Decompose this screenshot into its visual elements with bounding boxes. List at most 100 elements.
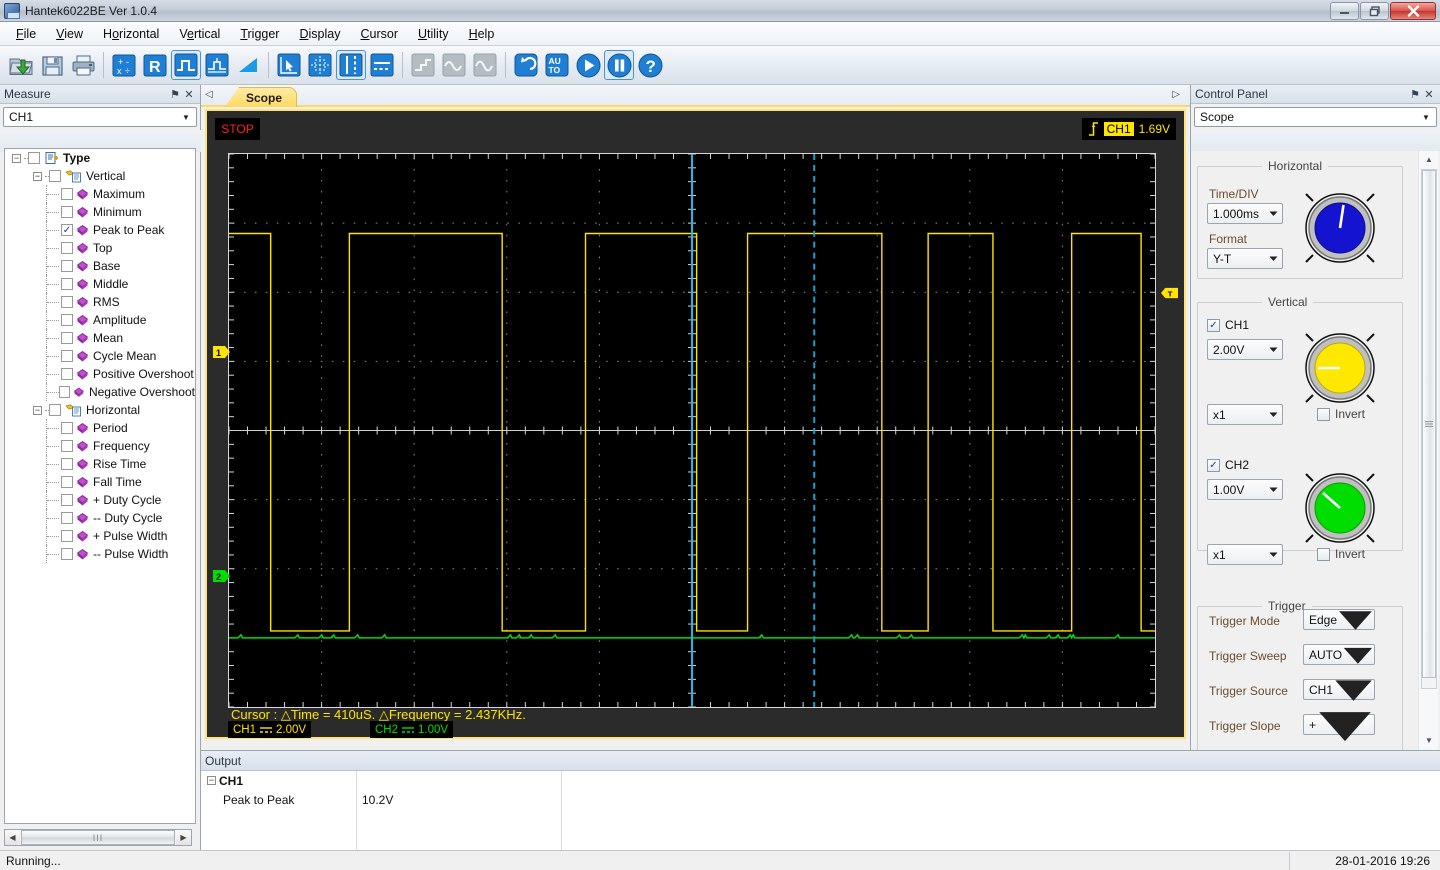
ch1-position-marker[interactable]: 1 [213,345,230,359]
measure-channel-select[interactable]: CH1 ▼ [3,107,197,127]
tree-item-pulse-width[interactable]: + Pulse Width [5,527,195,545]
scroll-right-arrow-icon[interactable]: ▶ [176,830,191,845]
tree-checkbox-minimum[interactable] [61,206,73,218]
ch1-enable-checkbox[interactable]: ✓ [1207,319,1220,332]
ch1-enable-row[interactable]: ✓ CH1 [1207,318,1249,332]
print-icon[interactable] [68,50,98,80]
pause-icon[interactable] [604,50,634,80]
tab-scroll-left-icon[interactable]: ◁ [205,89,213,100]
measure-horizontal-scrollbar[interactable]: ◀ III ▶ [4,829,192,846]
tree-item-minimum[interactable]: Minimum [5,203,195,221]
tree-item-peak-to-peak[interactable]: ✓Peak to Peak [5,221,195,239]
scrollbar-thumb[interactable] [1422,170,1436,678]
tree-checkbox-fall-time[interactable] [61,476,73,488]
pin-icon[interactable]: ⚑ [1408,88,1422,101]
tree-item-top[interactable]: Top [5,239,195,257]
minimize-button[interactable] [1330,2,1359,20]
tab-scroll-right-icon[interactable]: ▷ [1172,89,1180,100]
pin-icon[interactable]: ⚑ [168,88,182,101]
trigger-position-marker[interactable]: T [1161,286,1178,300]
ch1-invert-checkbox[interactable] [1317,408,1330,421]
tree-item-cycle-mean[interactable]: Cycle Mean [5,347,195,365]
open-icon[interactable] [6,50,36,80]
reference-icon[interactable]: R [140,50,170,80]
trigger-mode-select[interactable]: Edge [1303,609,1375,630]
scroll-thumb[interactable]: III [21,830,175,845]
tree-item-amplitude[interactable]: Amplitude [5,311,195,329]
menu-display[interactable]: Display [289,24,350,44]
tree-node-type[interactable]: −Type [5,149,195,167]
ch2-position-marker[interactable]: 2 [213,569,230,583]
close-icon[interactable]: ✕ [182,88,196,101]
ramp-icon[interactable] [233,50,263,80]
tree-item-period[interactable]: Period [5,419,195,437]
control-panel-scrollbar[interactable]: ▲ ▼ [1418,151,1438,750]
expand-collapse-icon[interactable]: − [33,172,42,181]
ch2-probe-select[interactable]: x1 [1207,544,1283,565]
expand-collapse-icon[interactable]: − [33,406,42,415]
tree-checkbox-cycle-mean[interactable] [61,350,73,362]
tree-checkbox-base[interactable] [61,260,73,272]
ch2-enable-row[interactable]: ✓ CH2 [1207,458,1249,472]
scroll-left-arrow-icon[interactable]: ◀ [5,830,20,845]
grid-cross-icon[interactable] [305,50,335,80]
tree-item-rise-time[interactable]: Rise Time [5,455,195,473]
control-panel-mode-select[interactable]: Scope ▼ [1194,107,1437,127]
ch1-volts-div-select[interactable]: 2.00V [1207,339,1283,360]
tree-checkbox-duty-cycle[interactable] [61,512,73,524]
tree-item-fall-time[interactable]: Fall Time [5,473,195,491]
tree-checkbox-frequency[interactable] [61,440,73,452]
tree-item-pulse-width[interactable]: -- Pulse Width [5,545,195,563]
tree-checkbox-type[interactable] [28,152,40,164]
tree-item-duty-cycle[interactable]: -- Duty Cycle [5,509,195,527]
run-icon[interactable] [573,50,603,80]
measure-icon[interactable] [202,50,232,80]
time-div-select[interactable]: 1.000ms [1207,203,1283,224]
tree-item-frequency[interactable]: Frequency [5,437,195,455]
tree-item-positive-overshoot[interactable]: Positive Overshoot [5,365,195,383]
help-icon[interactable]: ? [635,50,665,80]
tree-checkbox-horizontal[interactable] [49,404,61,416]
menu-utility[interactable]: Utility [408,24,459,44]
math-icon[interactable]: + - x ÷ [109,50,139,80]
tree-item-negative-overshoot[interactable]: Negative Overshoot [5,383,195,401]
ch1-invert-row[interactable]: Invert [1317,407,1365,421]
expand-collapse-icon[interactable]: − [207,776,216,785]
tree-checkbox-vertical[interactable] [49,170,61,182]
tree-checkbox-duty-cycle[interactable] [61,494,73,506]
tree-item-base[interactable]: Base [5,257,195,275]
ch2-volts-knob[interactable] [1301,469,1379,547]
tree-checkbox-pulse-width[interactable] [61,548,73,560]
scope-display[interactable]: STOP CH1 1.69V [207,111,1184,737]
tree-checkbox-pulse-width[interactable] [61,530,73,542]
close-button[interactable] [1390,2,1436,20]
ch1-volts-knob[interactable] [1301,329,1379,407]
menu-vertical[interactable]: Vertical [169,24,230,44]
output-group-row[interactable]: − CH1 [201,771,1440,790]
ch2-invert-checkbox[interactable] [1317,548,1330,561]
undo-icon[interactable] [511,50,541,80]
tree-checkbox-mean[interactable] [61,332,73,344]
auto-icon[interactable]: AU TO [542,50,572,80]
square-wave-icon[interactable] [171,50,201,80]
menu-view[interactable]: View [46,24,93,44]
menu-trigger[interactable]: Trigger [230,24,289,44]
menu-file[interactable]: File [6,24,46,44]
tree-checkbox-maximum[interactable] [61,188,73,200]
tree-node-horizontal[interactable]: −Horizontal [5,401,195,419]
ch2-volts-div-select[interactable]: 1.00V [1207,479,1283,500]
menu-cursor[interactable]: Cursor [350,24,408,44]
close-icon[interactable]: ✕ [1422,88,1436,101]
tree-item-middle[interactable]: Middle [5,275,195,293]
tree-item-rms[interactable]: RMS [5,293,195,311]
tree-item-duty-cycle[interactable]: + Duty Cycle [5,491,195,509]
tab-scope[interactable]: Scope [225,87,297,107]
tree-checkbox-top[interactable] [61,242,73,254]
cursor-pointer-icon[interactable] [274,50,304,80]
tree-node-vertical[interactable]: −Vertical [5,167,195,185]
horizontal-cursor-icon[interactable] [367,50,397,80]
save-icon[interactable] [37,50,67,80]
trigger-slope-select[interactable]: + [1303,714,1375,735]
tree-checkbox-rise-time[interactable] [61,458,73,470]
scrollbar-track[interactable] [1421,169,1437,689]
